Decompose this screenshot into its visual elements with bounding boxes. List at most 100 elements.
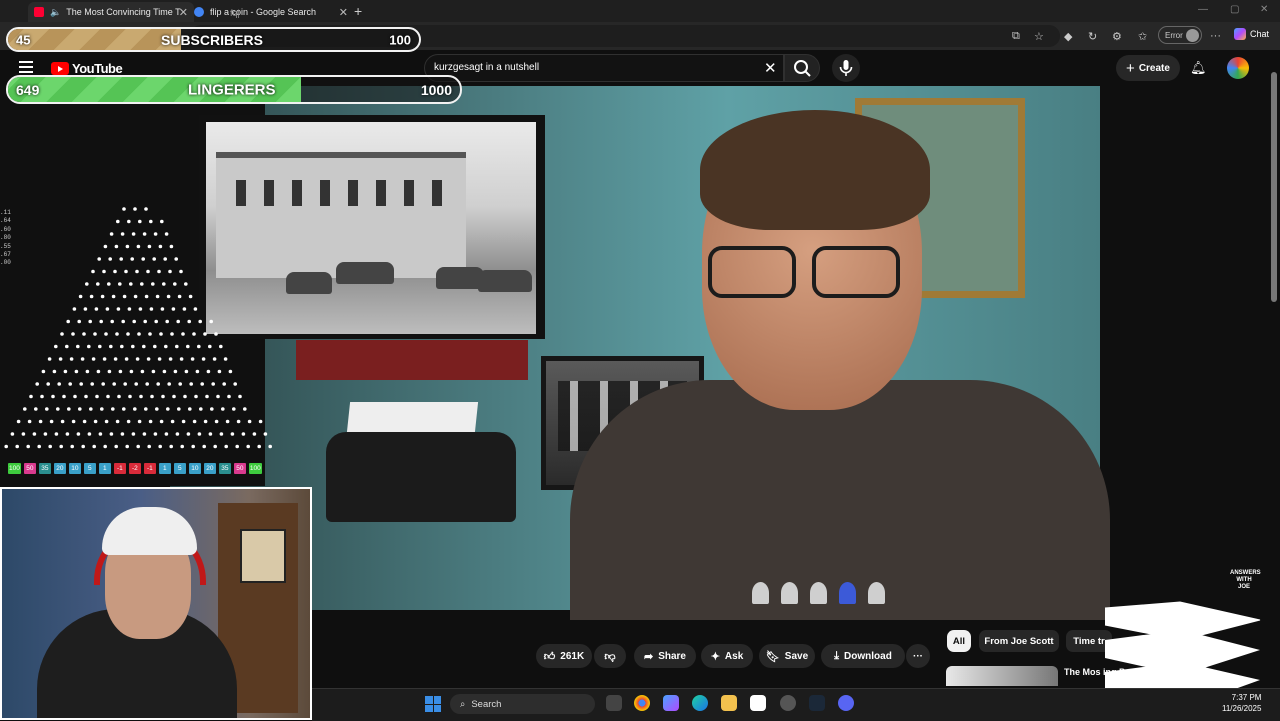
ask-button[interactable]: ✦ Ask [701, 644, 753, 668]
subscribers-progress-fill [8, 29, 181, 50]
lingerers-goal-bar: 649 LINGERERS 1000 [6, 75, 462, 104]
microphone-icon [839, 60, 853, 76]
pattern-dot [195, 369, 200, 374]
pattern-dot [116, 307, 121, 311]
streamer-cap [102, 507, 197, 555]
pattern-dot [177, 294, 182, 299]
pattern-dot [21, 432, 26, 436]
split-screen-icon[interactable]: ⧉ [1012, 30, 1020, 43]
pattern-dot [124, 269, 128, 274]
maximize-icon[interactable]: ▢ [1230, 4, 1239, 15]
scrollbar-thumb[interactable] [1271, 72, 1277, 302]
pattern-dot [155, 294, 160, 299]
capcut-icon[interactable] [750, 695, 766, 711]
subscribers-label: SUBSCRIBERS [161, 31, 263, 48]
score-chip: 10 [188, 463, 201, 474]
close-tab-icon[interactable]: ✕ [179, 6, 188, 19]
score-chip: 35 [218, 463, 231, 474]
pattern-dot [74, 369, 79, 374]
clear-search-icon[interactable]: ✕ [764, 59, 777, 77]
favorite-star-icon[interactable]: ☆ [1034, 30, 1044, 43]
pattern-dot [188, 407, 192, 411]
download-button[interactable]: ⤓ Download [821, 644, 905, 668]
pattern-dot [52, 369, 57, 374]
steam-icon[interactable] [809, 695, 825, 711]
account-avatar[interactable] [1227, 57, 1249, 79]
tab-video[interactable]: 🔈 The Most Convincing Time T ✕ [28, 2, 194, 22]
pattern-dot [147, 244, 152, 249]
discord-icon[interactable] [838, 695, 854, 711]
copilot-app-icon[interactable] [663, 695, 679, 711]
windows-start-icon[interactable] [425, 696, 441, 712]
voice-search-button[interactable] [832, 54, 860, 82]
page-scrollbar[interactable] [1268, 52, 1280, 688]
collections-icon[interactable]: ✩ [1138, 30, 1147, 43]
pattern-dot [188, 294, 193, 299]
profile-error-pill[interactable]: Error [1158, 26, 1202, 44]
more-actions-button[interactable]: ··· [906, 644, 930, 668]
pattern-dot [172, 394, 176, 399]
obs-icon[interactable] [780, 695, 796, 711]
pattern-dot [200, 382, 204, 386]
pattern-dot [114, 444, 118, 449]
pattern-dot [151, 282, 155, 286]
pattern-dot [78, 294, 83, 299]
pattern-dot [197, 432, 202, 436]
pattern-dot [152, 257, 156, 261]
pattern-dot [167, 382, 171, 386]
edge-icon[interactable] [692, 695, 708, 711]
pattern-dot [219, 432, 224, 436]
chip-from-joe-scott[interactable]: From Joe Scott [979, 630, 1059, 652]
file-explorer-icon[interactable] [721, 695, 737, 711]
chrome-icon[interactable] [634, 695, 650, 711]
dislike-button[interactable]: 👎︎ [594, 644, 626, 668]
pattern-dot [115, 419, 120, 424]
extension-refresh-icon[interactable]: ↻ [1088, 30, 1097, 43]
close-tab-icon[interactable]: ✕ [339, 6, 348, 19]
menu-icon[interactable] [19, 61, 33, 73]
create-button[interactable]: + Create [1116, 55, 1180, 81]
youtube-logo[interactable]: YouTube [51, 61, 123, 76]
share-button[interactable]: ➦ Share [634, 644, 696, 668]
extension-diamond-icon[interactable]: ◆ [1064, 30, 1072, 43]
taskbar-search[interactable]: ⌕ Search [450, 694, 595, 714]
tab-google[interactable]: flip a coin - Google Search ✕ [188, 2, 354, 22]
lingerers-target: 1000 [420, 81, 452, 98]
pattern-dot [118, 282, 122, 286]
chip-all[interactable]: All [947, 630, 971, 652]
minimize-icon[interactable]: — [1198, 4, 1208, 15]
search-button[interactable] [784, 54, 820, 82]
notifications-bell-icon[interactable]: 🔔︎ [1190, 60, 1207, 76]
score-chip: 50 [233, 463, 246, 474]
recommended-video-thumbnail[interactable] [946, 666, 1058, 686]
pattern-dot [206, 369, 211, 374]
subscribers-current: 45 [16, 32, 31, 47]
pattern-dot [191, 444, 195, 449]
pattern-dot [62, 394, 66, 399]
save-button[interactable]: 🔖︎ Save [759, 644, 815, 668]
browser-tab-strip: 🔈 The Most Convincing Time T ✕ flip a co… [0, 0, 1280, 22]
speaker-icon[interactable]: 🔈 [50, 7, 61, 18]
pattern-dot [197, 344, 201, 349]
extensions-icon[interactable]: ⚙ [1112, 30, 1122, 43]
more-menu-icon[interactable]: ··· [1210, 30, 1221, 42]
task-view-icon[interactable] [606, 695, 622, 711]
pattern-dot [212, 357, 217, 361]
pattern-dot [140, 282, 144, 286]
pattern-dot [97, 257, 101, 261]
address-text: fq| [230, 8, 240, 18]
close-window-icon[interactable]: ✕ [1260, 4, 1268, 15]
pattern-dot [91, 269, 95, 274]
copilot-chat-button[interactable]: Chat [1234, 28, 1269, 40]
pattern-dot [122, 294, 127, 299]
new-tab-button[interactable]: + [354, 3, 362, 19]
score-color-bar: 100 50 35 20 10 5 1 -1 -2 -1 1 5 10 20 35 50 100 [8, 463, 262, 474]
pattern-dot [109, 432, 114, 436]
pattern-dot [162, 369, 167, 374]
pattern-dot [87, 432, 92, 436]
pattern-dot [118, 369, 123, 374]
pattern-dot [113, 357, 118, 361]
taskbar-clock[interactable]: 7:37 PM 11/26/2025 [1222, 692, 1261, 714]
pattern-dot [88, 319, 92, 324]
like-button[interactable]: 👍︎ 261K [536, 644, 592, 668]
